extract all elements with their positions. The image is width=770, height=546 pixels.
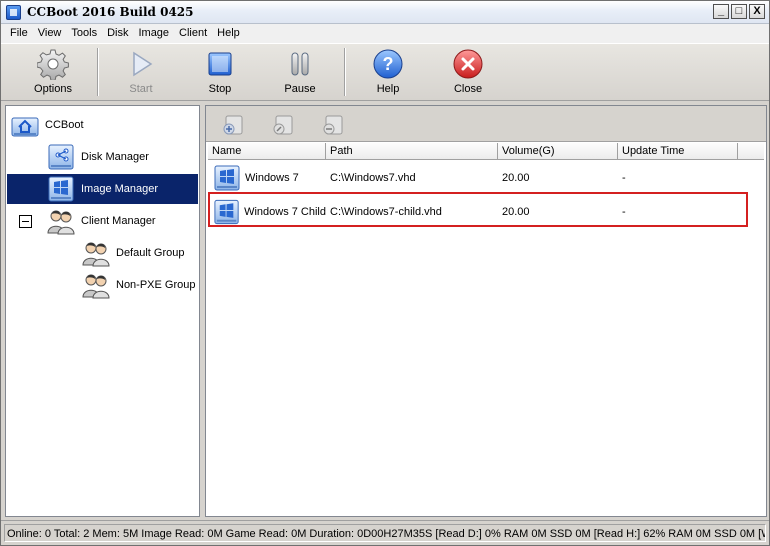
- title-bar: CCBoot 2016 Build 0425 _ □ X: [1, 1, 769, 24]
- image-toolbar: [206, 106, 766, 142]
- table-header: Name Path Volume(G) Update Time: [208, 143, 764, 160]
- menu-file[interactable]: File: [5, 24, 33, 43]
- close-icon: [453, 49, 483, 79]
- tree-label-default-group: Default Group: [116, 247, 185, 259]
- tree-label-disk-manager: Disk Manager: [81, 151, 149, 163]
- collapse-toggle[interactable]: [19, 215, 32, 228]
- image-name: Windows 7: [245, 172, 299, 184]
- help-label: Help: [376, 83, 400, 95]
- pause-button[interactable]: Pause: [265, 48, 335, 100]
- image-name: Windows 7 Child: [244, 206, 326, 218]
- pause-icon: [291, 52, 309, 76]
- app-icon: [6, 5, 21, 20]
- stop-button[interactable]: Stop: [185, 48, 255, 100]
- tree-item-disk-manager[interactable]: Disk Manager: [46, 142, 196, 172]
- options-label: Options: [34, 83, 72, 95]
- close-label: Close: [453, 83, 483, 95]
- group-icon: [82, 274, 110, 299]
- windows-image-icon: [48, 176, 74, 202]
- cell-name: Windows 7: [208, 161, 326, 195]
- table-row[interactable]: Windows 7 Child C:\Windows7-child.vhd 20…: [208, 195, 748, 229]
- menu-help[interactable]: Help: [212, 24, 245, 43]
- menu-image[interactable]: Image: [133, 24, 174, 43]
- column-header-filler: [738, 143, 764, 160]
- group-icon: [82, 242, 110, 267]
- windows-image-icon: [214, 199, 239, 225]
- cell-name: Windows 7 Child: [208, 195, 326, 229]
- status-text: Online: 0 Total: 2 Mem: 5M Image Read: 0…: [4, 524, 766, 542]
- play-icon: [133, 51, 153, 77]
- help-button[interactable]: ? Help: [353, 48, 423, 100]
- close-button[interactable]: Close: [433, 48, 503, 100]
- status-bar: Online: 0 Total: 2 Mem: 5M Image Read: 0…: [1, 520, 769, 545]
- cell-path: C:\Windows7-child.vhd: [330, 206, 442, 218]
- tree-label-image-manager: Image Manager: [81, 183, 159, 195]
- cell-volume: 20.00: [502, 206, 530, 218]
- main-toolbar: Options Start Stop Pause ? Help Close: [1, 43, 769, 101]
- help-icon: ?: [373, 49, 403, 79]
- toolbar-separator: [97, 48, 99, 96]
- tree-label-non-pxe-group: Non-PXE Group: [116, 279, 196, 291]
- stop-label: Stop: [208, 83, 232, 95]
- tree-item-client-manager[interactable]: Client Manager: [46, 206, 196, 236]
- window-controls: _ □ X: [713, 4, 765, 19]
- tree-label-ccboot: CCBoot: [45, 119, 84, 131]
- menu-bar: File View Tools Disk Image Client Help: [1, 24, 769, 43]
- minimize-button[interactable]: _: [713, 4, 729, 19]
- navigation-tree: CCBoot Disk Manager Image Manager Client…: [5, 105, 200, 517]
- toolbar-separator: [344, 48, 346, 96]
- maximize-button[interactable]: □: [731, 4, 747, 19]
- menu-client[interactable]: Client: [174, 24, 212, 43]
- menu-disk[interactable]: Disk: [102, 24, 133, 43]
- add-image-icon[interactable]: [222, 114, 244, 136]
- column-header-path[interactable]: Path: [326, 143, 498, 160]
- column-header-update-time[interactable]: Update Time: [618, 143, 738, 160]
- tree-item-ccboot[interactable]: CCBoot: [10, 110, 196, 140]
- column-header-name[interactable]: Name: [208, 143, 326, 160]
- menu-view[interactable]: View: [33, 24, 67, 43]
- cell-path: C:\Windows7.vhd: [330, 172, 416, 184]
- cell-volume: 20.00: [502, 172, 530, 184]
- tree-item-image-manager[interactable]: Image Manager: [7, 174, 198, 204]
- remove-image-icon[interactable]: [322, 114, 344, 136]
- menu-tools[interactable]: Tools: [66, 24, 102, 43]
- options-button[interactable]: Options: [18, 48, 88, 100]
- column-header-volume[interactable]: Volume(G): [498, 143, 618, 160]
- window-title: CCBoot 2016 Build 0425: [27, 5, 194, 19]
- pause-label: Pause: [284, 83, 316, 95]
- tree-item-non-pxe-group[interactable]: Non-PXE Group: [81, 270, 196, 300]
- cell-update-time: -: [622, 172, 626, 184]
- cell-update-time: -: [622, 206, 626, 218]
- stop-icon: [208, 52, 232, 76]
- table-row[interactable]: Windows 7 C:\Windows7.vhd 20.00 -: [208, 161, 748, 195]
- windows-image-icon: [214, 165, 240, 191]
- svg-text:?: ?: [383, 54, 394, 74]
- app-window: CCBoot 2016 Build 0425 _ □ X File View T…: [0, 0, 770, 546]
- users-icon: [47, 210, 75, 235]
- start-label: Start: [129, 83, 153, 95]
- home-icon: [11, 117, 39, 137]
- tree-item-default-group[interactable]: Default Group: [81, 238, 196, 268]
- start-button[interactable]: Start: [106, 48, 176, 100]
- disk-manager-icon: [48, 144, 74, 170]
- gear-icon: [37, 49, 69, 80]
- image-list-panel: Name Path Volume(G) Update Time Windows …: [205, 105, 767, 517]
- tree-label-client-manager: Client Manager: [81, 215, 156, 227]
- close-window-button[interactable]: X: [749, 4, 765, 19]
- edit-image-icon[interactable]: [272, 114, 294, 136]
